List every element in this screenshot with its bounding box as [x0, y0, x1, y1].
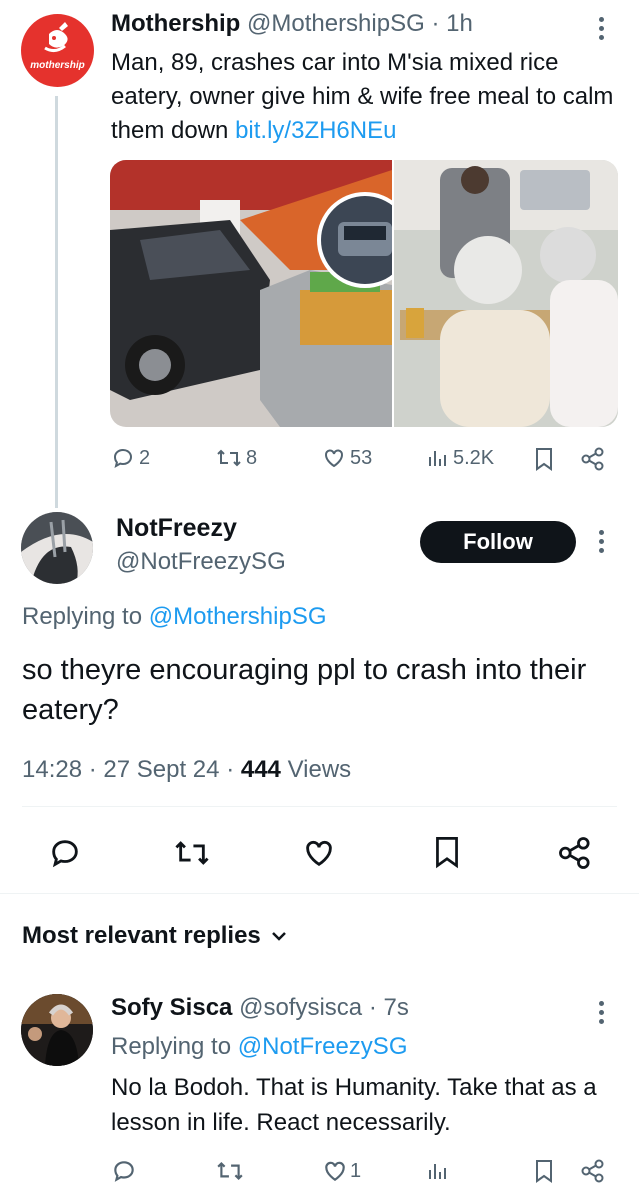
like-count: 53	[350, 446, 373, 469]
replying-prefix: Replying to	[22, 603, 149, 630]
tweet-header: Mothership @MothershipSG · 1h	[111, 10, 473, 38]
tweet-text: Man, 89, crashes car into M'sia mixed ri…	[111, 46, 626, 148]
bookmark-action[interactable]	[533, 1157, 555, 1185]
more-icon[interactable]	[599, 1001, 605, 1028]
repost-action[interactable]	[216, 1158, 244, 1184]
handle[interactable]: @MothershipSG	[247, 10, 425, 37]
repost-action[interactable]: 8	[216, 446, 257, 470]
views-label: Views	[287, 756, 352, 783]
mothership-logo-icon	[44, 22, 68, 53]
views-icon	[429, 1164, 446, 1179]
like-action[interactable]: 53	[322, 446, 372, 470]
display-name[interactable]: Sofy Sisca	[111, 994, 232, 1021]
chevron-down-icon	[271, 932, 286, 941]
replying-handle[interactable]: @MothershipSG	[149, 603, 327, 630]
thread-line	[55, 96, 58, 508]
avatar[interactable]: mothership	[21, 14, 94, 87]
tweet-header: Sofy Sisca @sofysisca · 7s	[111, 994, 409, 1021]
like-icon	[325, 449, 343, 468]
replying-to: Replying to @MothershipSG	[22, 603, 327, 631]
more-icon[interactable]	[599, 17, 605, 44]
bookmark-button[interactable]	[432, 834, 462, 870]
share-icon	[581, 447, 604, 471]
reply-action[interactable]	[111, 1158, 137, 1184]
bookmark-icon	[536, 1160, 552, 1183]
reply-icon	[114, 1161, 134, 1182]
reply-icon	[52, 840, 78, 868]
handle[interactable]: @sofysisca	[239, 994, 362, 1021]
tweet-timestamp: 14:28 · 27 Sept 24 · 444 Views	[22, 756, 352, 783]
share-action[interactable]	[580, 447, 606, 471]
bookmark-icon	[536, 448, 552, 471]
divider	[0, 893, 639, 894]
views-count: 5.2K	[453, 446, 495, 469]
media-photo-collage	[110, 160, 618, 427]
avatar[interactable]	[21, 512, 93, 584]
like-count: 1	[350, 1159, 362, 1182]
tweet-time[interactable]: 1h	[446, 10, 473, 37]
reply-action[interactable]: 2	[111, 446, 150, 470]
tweet-text: so theyre encouraging ppl to crash into …	[22, 654, 587, 726]
bookmark-action[interactable]	[533, 446, 555, 472]
repost-button[interactable]	[173, 836, 211, 870]
repost-count: 8	[246, 446, 258, 469]
more-icon[interactable]	[599, 530, 605, 557]
like-icon	[325, 1161, 345, 1181]
replies-sort-dropdown[interactable]: Most relevant replies	[22, 922, 287, 950]
views-count: 444	[240, 756, 281, 783]
repost-icon	[217, 1161, 243, 1181]
share-icon	[559, 837, 590, 869]
handle[interactable]: @NotFreezySG	[116, 548, 286, 576]
views-action[interactable]	[427, 1158, 449, 1184]
repost-icon	[175, 841, 209, 865]
tweet-media[interactable]	[110, 160, 618, 427]
reply-button[interactable]	[48, 836, 82, 870]
replies-sort-label: Most relevant replies	[22, 922, 261, 949]
views-action[interactable]: 5.2K	[427, 446, 494, 470]
avatar-photo	[21, 994, 93, 1066]
display-name[interactable]: NotFreezy	[116, 514, 237, 543]
views-icon	[429, 451, 446, 466]
like-icon	[306, 840, 332, 867]
repost-icon	[217, 449, 241, 467]
share-icon	[581, 1159, 604, 1183]
replying-prefix: Replying to	[111, 1033, 238, 1060]
reply-count: 2	[139, 446, 151, 469]
display-name[interactable]: Mothership	[111, 10, 240, 37]
bookmark-icon	[436, 837, 458, 869]
follow-button[interactable]: Follow	[420, 521, 576, 563]
tweet-date[interactable]: 27 Sept 24	[103, 756, 219, 783]
divider	[22, 806, 617, 807]
tweet-time[interactable]: 14:28	[22, 756, 82, 783]
like-action[interactable]: 1	[322, 1158, 361, 1184]
avatar[interactable]	[21, 994, 93, 1066]
tweet-link[interactable]: bit.ly/3ZH6NEu	[235, 117, 396, 144]
reply-icon	[113, 448, 133, 469]
tweet-text: No la Bodoh. That is Humanity. Take that…	[111, 1074, 597, 1136]
like-button[interactable]	[302, 836, 336, 870]
avatar-wordmark: mothership	[30, 60, 85, 71]
share-action[interactable]	[580, 1158, 606, 1184]
separator-dot: ·	[431, 10, 440, 37]
tweet-time[interactable]: 7s	[383, 994, 408, 1021]
replying-to: Replying to @NotFreezySG	[111, 1033, 407, 1061]
avatar-photo	[21, 512, 93, 584]
replying-handle[interactable]: @NotFreezySG	[238, 1033, 408, 1060]
share-button[interactable]	[557, 836, 593, 870]
